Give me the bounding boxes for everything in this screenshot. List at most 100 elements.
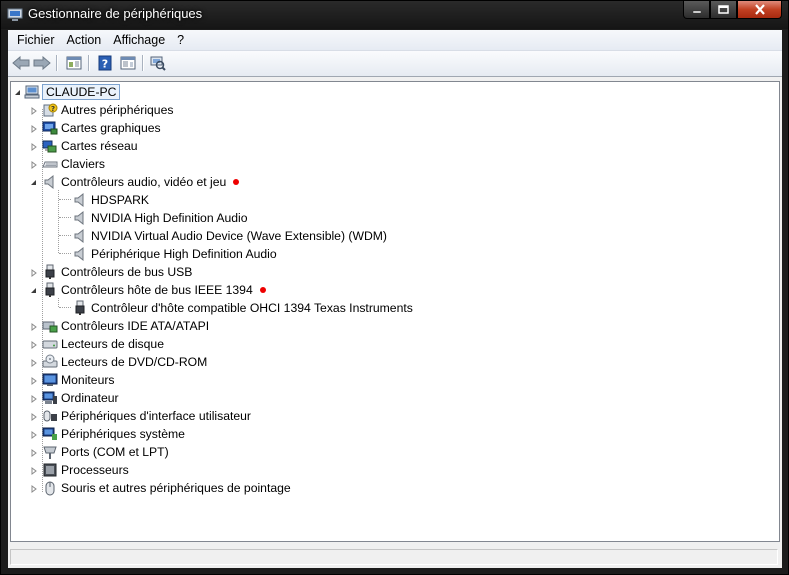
tree-category-row[interactable]: ? Autres périphériques <box>29 101 173 119</box>
device-manager-icon <box>7 8 23 21</box>
device-label: HDSPARK <box>91 193 150 207</box>
collapsed-arrow-icon <box>31 322 37 331</box>
expand-toggle[interactable] <box>29 358 38 367</box>
expanded-arrow-icon <box>31 288 36 293</box>
dvd-drive-icon <box>42 354 58 370</box>
minimize-button[interactable] <box>683 1 710 19</box>
category-label: Contrôleurs IDE ATA/ATAPI <box>61 319 210 333</box>
tree-device-row[interactable]: NVIDIA Virtual Audio Device (Wave Extens… <box>72 227 387 245</box>
menu-fichier[interactable]: Fichier <box>8 30 61 50</box>
unknown-device-icon: ? <box>42 102 58 118</box>
expand-toggle[interactable] <box>29 124 38 133</box>
computer-icon <box>42 390 58 406</box>
device-manager-window: Gestionnaire de périphériques Fichier Ac… <box>0 0 789 575</box>
collapse-root-toggle[interactable] <box>13 88 22 97</box>
tree-root[interactable]: CLAUDE-PC <box>13 83 121 101</box>
speaker-icon <box>72 210 88 226</box>
tree-device-row[interactable]: HDSPARK <box>72 191 149 209</box>
category-label: Moniteurs <box>61 373 115 387</box>
disk-drive-icon <box>42 336 58 352</box>
scan-hardware-button[interactable] <box>148 54 168 72</box>
network-adapter-icon <box>42 138 58 154</box>
expanded-arrow-icon <box>31 180 36 185</box>
category-label: Souris et autres périphériques de pointa… <box>61 481 291 495</box>
tree-device-row[interactable]: Contrôleur d'hôte compatible OHCI 1394 T… <box>72 299 413 317</box>
expand-toggle[interactable] <box>29 394 38 403</box>
tree-device-row[interactable]: NVIDIA High Definition Audio <box>72 209 248 227</box>
category-label: Périphériques système <box>61 427 185 441</box>
menu-help[interactable]: ? <box>171 30 190 50</box>
collapsed-arrow-icon <box>31 106 37 115</box>
speaker-icon <box>72 228 88 244</box>
collapsed-arrow-icon <box>31 394 37 403</box>
display-adapter-icon <box>42 120 58 136</box>
expand-toggle[interactable] <box>29 376 38 385</box>
title-bar[interactable]: Gestionnaire de périphériques <box>1 1 788 29</box>
processor-icon <box>42 462 58 478</box>
collapse-toggle[interactable] <box>29 178 38 187</box>
tree-category-row[interactable]: Claviers <box>29 155 105 173</box>
expand-toggle[interactable] <box>29 106 38 115</box>
console-tree-button[interactable] <box>64 54 84 72</box>
tree-category-row[interactable]: Contrôleurs IDE ATA/ATAPI <box>29 317 209 335</box>
category-label: Contrôleurs hôte de bus IEEE 1394 <box>61 283 253 297</box>
tree-device-row[interactable]: Périphérique High Definition Audio <box>72 245 277 263</box>
tree-category-row[interactable]: Cartes réseau <box>29 137 138 155</box>
collapsed-arrow-icon <box>31 160 37 169</box>
hid-icon <box>42 408 58 424</box>
close-button[interactable] <box>737 1 782 19</box>
computer-icon <box>24 84 40 100</box>
expand-toggle[interactable] <box>29 430 38 439</box>
collapsed-arrow-icon <box>31 340 37 349</box>
scan-hardware-icon <box>150 56 166 71</box>
forward-icon <box>33 56 51 70</box>
back-icon <box>12 56 30 70</box>
expand-toggle[interactable] <box>29 466 38 475</box>
collapsed-arrow-icon <box>31 376 37 385</box>
collapsed-arrow-icon <box>31 358 37 367</box>
expand-toggle[interactable] <box>29 484 38 493</box>
category-label: Claviers <box>61 157 106 171</box>
firewire-icon <box>42 282 58 298</box>
ide-controller-icon <box>42 318 58 334</box>
menu-affichage[interactable]: Affichage <box>107 30 171 50</box>
tree-category-row[interactable]: Ordinateur <box>29 389 119 407</box>
maximize-icon <box>718 5 729 14</box>
expand-toggle[interactable] <box>29 448 38 457</box>
tree-category-row[interactable]: Périphériques système <box>29 425 185 443</box>
tree-category-row[interactable]: Contrôleurs de bus USB <box>29 263 192 281</box>
device-label: NVIDIA Virtual Audio Device (Wave Extens… <box>91 229 387 243</box>
tree-category-row[interactable]: Lecteurs de DVD/CD-ROM <box>29 353 207 371</box>
tree-category-row[interactable]: Périphériques d'interface utilisateur <box>29 407 251 425</box>
category-label: Cartes graphiques <box>61 121 161 135</box>
tree-category-row[interactable]: Contrôleurs audio, vidéo et jeu <box>29 173 240 191</box>
expand-toggle[interactable] <box>29 160 38 169</box>
tree-category-row[interactable]: Cartes graphiques <box>29 119 161 137</box>
red-marker-dot <box>233 179 240 185</box>
forward-button[interactable] <box>32 54 52 72</box>
expand-toggle[interactable] <box>29 142 38 151</box>
speaker-icon <box>72 246 88 262</box>
tree-category-row[interactable]: Contrôleurs hôte de bus IEEE 1394 <box>29 281 266 299</box>
expand-toggle[interactable] <box>29 322 38 331</box>
expand-toggle[interactable] <box>29 340 38 349</box>
help-button[interactable]: ? <box>95 54 115 72</box>
expand-toggle[interactable] <box>29 268 38 277</box>
back-button[interactable] <box>11 54 31 72</box>
tree-category-row[interactable]: Processeurs <box>29 461 129 479</box>
tree-category-row[interactable]: Moniteurs <box>29 371 115 389</box>
maximize-button[interactable] <box>710 1 737 19</box>
device-tree[interactable]: CLAUDE-PC ? Autres périphériques Cartes … <box>10 81 780 542</box>
tree-category-row[interactable]: Souris et autres périphériques de pointa… <box>29 479 291 497</box>
category-label: Cartes réseau <box>61 139 138 153</box>
tree-category-row[interactable]: Ports (COM et LPT) <box>29 443 169 461</box>
category-label: Contrôleurs de bus USB <box>61 265 193 279</box>
collapse-toggle[interactable] <box>29 286 38 295</box>
tree-category-row[interactable]: Lecteurs de disque <box>29 335 164 353</box>
properties-button[interactable] <box>118 54 138 72</box>
menu-action[interactable]: Action <box>61 30 108 50</box>
mouse-icon <box>42 480 58 496</box>
root-computer-name: CLAUDE-PC <box>42 84 121 100</box>
expand-toggle[interactable] <box>29 412 38 421</box>
monitor-icon <box>42 372 58 388</box>
